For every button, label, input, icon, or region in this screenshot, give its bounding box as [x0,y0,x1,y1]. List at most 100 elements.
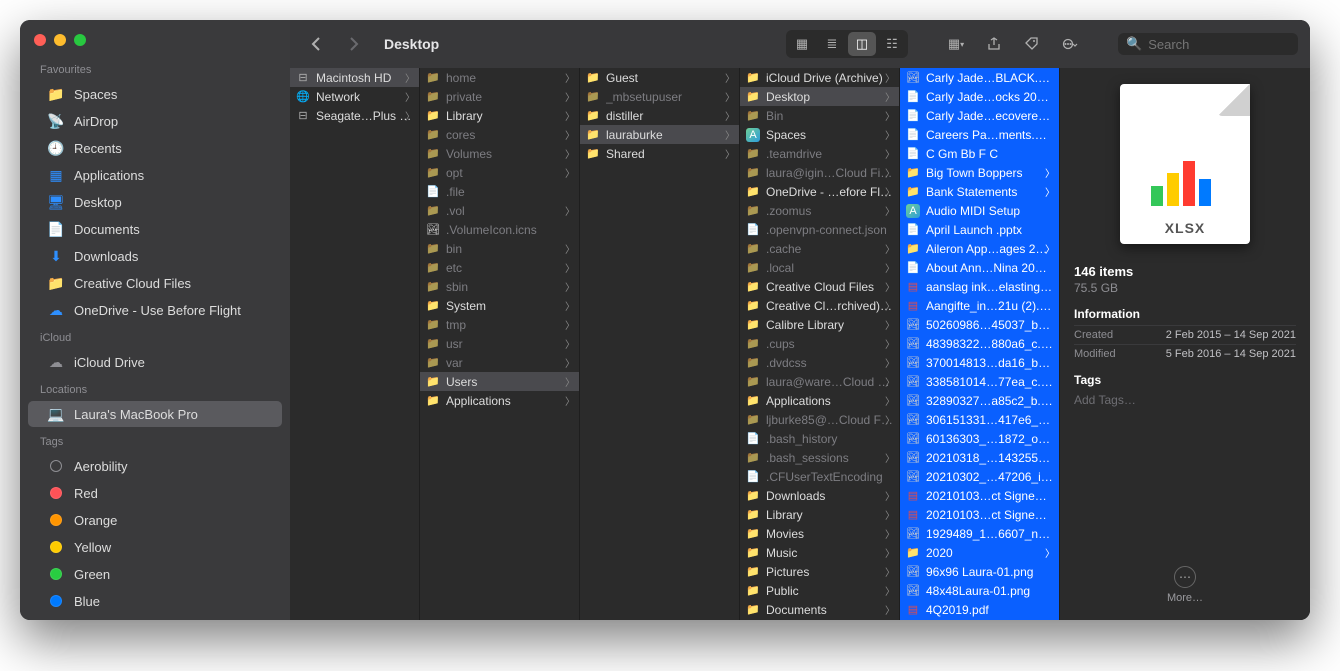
view-list-button[interactable]: ≣ [818,32,846,56]
file-row[interactable]: 📁System〉 [420,296,579,315]
file-row[interactable]: ASpaces〉 [740,125,899,144]
file-row[interactable]: ▤20210103…ct Signed LB [900,486,1059,505]
file-row[interactable]: 🏞48x48Laura-01.png [900,581,1059,600]
search-input[interactable] [1148,37,1310,52]
view-columns-button[interactable]: ◫ [848,32,876,56]
file-row[interactable]: 📁Music〉 [740,543,899,562]
file-row[interactable]: 📁Applications〉 [740,391,899,410]
file-row[interactable]: 📁Bank Statements〉 [900,182,1059,201]
file-row[interactable]: 📁etc〉 [420,258,579,277]
file-row[interactable]: 📁.vol〉 [420,201,579,220]
add-tags-field[interactable]: Add Tags… [1074,391,1296,407]
file-row[interactable]: 📁Big Town Boppers〉 [900,163,1059,182]
file-row[interactable]: 📁Pictures〉 [740,562,899,581]
file-row[interactable]: ▤20210103…ct Signed LB [900,505,1059,524]
sidebar-item[interactable]: 🖥Desktop [28,189,282,215]
search-field[interactable]: 🔍 [1118,33,1298,55]
file-row[interactable]: 🏞48398322…880a6_c.jpg [900,334,1059,353]
file-row[interactable]: 📁ljburke85@…Cloud Files〉 [740,410,899,429]
group-button[interactable]: ▦▾ [942,32,970,56]
file-row[interactable]: 📄C Gm Bb F C [900,144,1059,163]
file-row[interactable]: 📄April Launch .pptx [900,220,1059,239]
file-row[interactable]: 📄.CFUserTextEncoding [740,467,899,486]
sidebar-item[interactable]: 💻Laura's MacBook Pro [28,401,282,427]
sidebar-item[interactable]: 🕘Recents [28,135,282,161]
file-row[interactable]: 📄.bash_history [740,429,899,448]
close-button[interactable] [34,34,46,46]
file-row[interactable]: 🏞1929489_1…6607_n.jpg [900,524,1059,543]
file-row[interactable]: ▤4Q2019.pdf [900,600,1059,619]
sidebar-item[interactable]: Purple [28,615,282,620]
file-row[interactable]: 📁Desktop〉 [740,87,899,106]
file-row[interactable]: 📁usr〉 [420,334,579,353]
file-row[interactable]: 📁2020〉 [900,543,1059,562]
file-row[interactable]: 🏞Carly Jade…BLACK.png [900,68,1059,87]
action-button[interactable] [1056,32,1084,56]
file-row[interactable]: 📁bin〉 [420,239,579,258]
file-row[interactable]: ▤Aangifte_in…21u (2).pdf [900,296,1059,315]
file-row[interactable]: 📁private〉 [420,87,579,106]
file-row[interactable]: 📁Users〉 [420,372,579,391]
file-row[interactable]: 📁.dvdcss〉 [740,353,899,372]
sidebar-item[interactable]: ▦Applications [28,162,282,188]
file-row[interactable]: 📁Volumes〉 [420,144,579,163]
file-row[interactable]: 📁Guest〉 [580,68,739,87]
file-row[interactable]: ⊟Macintosh HD〉 [290,68,419,87]
file-row[interactable]: 🏞20210302_…47206_iOS [900,467,1059,486]
file-row[interactable]: 📁Shared〉 [580,144,739,163]
file-row[interactable]: 📁laura@ware…Cloud Files〉 [740,372,899,391]
file-row[interactable]: 🏞.VolumeIcon.icns [420,220,579,239]
file-row[interactable]: 🏞96x96 Laura-01.png [900,562,1059,581]
file-row[interactable]: 📁iCloud Drive (Archive)〉 [740,68,899,87]
file-row[interactable]: 📁Applications〉 [420,391,579,410]
file-row[interactable]: 📁.cache〉 [740,239,899,258]
file-row[interactable]: 📄.file [420,182,579,201]
file-row[interactable]: 📁Movies〉 [740,524,899,543]
view-gallery-button[interactable]: ☷ [878,32,906,56]
file-row[interactable]: 📄.openvpn-connect.json [740,220,899,239]
file-row[interactable]: 📄~$uss+ uni…e v1LB.docx [900,619,1059,620]
file-row[interactable]: 📁home〉 [420,68,579,87]
file-row[interactable]: 📁Library〉 [740,505,899,524]
file-row[interactable]: 📁.teamdrive〉 [740,144,899,163]
file-row[interactable]: 📁OneDrive - …efore Flight〉 [740,182,899,201]
file-row[interactable]: 📁.cups〉 [740,334,899,353]
file-row[interactable]: 🏞32890327…a85c2_b.jpg [900,391,1059,410]
preview-more[interactable]: ⋯ More… [1167,548,1203,604]
sidebar-item[interactable]: Orange [28,507,282,533]
file-row[interactable]: 📁var〉 [420,353,579,372]
file-row[interactable]: 📁Creative Cloud Files〉 [740,277,899,296]
file-row[interactable]: 📁lauraburke〉 [580,125,739,144]
file-row[interactable]: 📁Library〉 [420,106,579,125]
file-row[interactable]: 📄Carly Jade…ocks 2021.ai [900,87,1059,106]
file-row[interactable]: 📁Public〉 [740,581,899,600]
file-row[interactable]: 🏞306151331…417e6_b.jpg [900,410,1059,429]
file-row[interactable]: 📁Documents〉 [740,600,899,619]
file-row[interactable]: 📁Creative Cl…rchived) (1)〉 [740,296,899,315]
file-row[interactable]: 📄About Ann…Nina 2021LB [900,258,1059,277]
file-row[interactable]: 📁.local〉 [740,258,899,277]
file-row[interactable]: 🏞60136303_…1872_o.jpg [900,429,1059,448]
file-row[interactable]: 📁_mbsetupuser〉 [580,87,739,106]
back-button[interactable] [302,32,330,56]
forward-button[interactable] [340,32,368,56]
tag-button[interactable] [1018,32,1046,56]
file-row[interactable]: 📄Carly Jade…ecovered].ai [900,106,1059,125]
file-row[interactable]: 🏞338581014…77ea_c.jpg [900,372,1059,391]
file-row[interactable]: 📁distiller〉 [580,106,739,125]
zoom-button[interactable] [74,34,86,46]
file-row[interactable]: 📁Downloads〉 [740,486,899,505]
file-row[interactable]: 📁Aileron App…ages 2017〉 [900,239,1059,258]
file-row[interactable]: 📁laura@igin…Cloud Files〉 [740,163,899,182]
sidebar-item[interactable]: ☁iCloud Drive [28,349,282,375]
file-row[interactable]: 📁Bin〉 [740,106,899,125]
file-row[interactable]: ⊟Seagate…Plus Drive〉 [290,106,419,125]
file-row[interactable]: 🏞20210318_…143255_iOS [900,448,1059,467]
share-button[interactable] [980,32,1008,56]
sidebar-item[interactable]: 📄Documents [28,216,282,242]
file-row[interactable]: 📁.bash_sessions〉 [740,448,899,467]
file-row[interactable]: 🌐Network〉 [290,87,419,106]
file-row[interactable]: 📁cores〉 [420,125,579,144]
file-row[interactable]: AAudio MIDI Setup [900,201,1059,220]
file-row[interactable]: 📁opt〉 [420,163,579,182]
